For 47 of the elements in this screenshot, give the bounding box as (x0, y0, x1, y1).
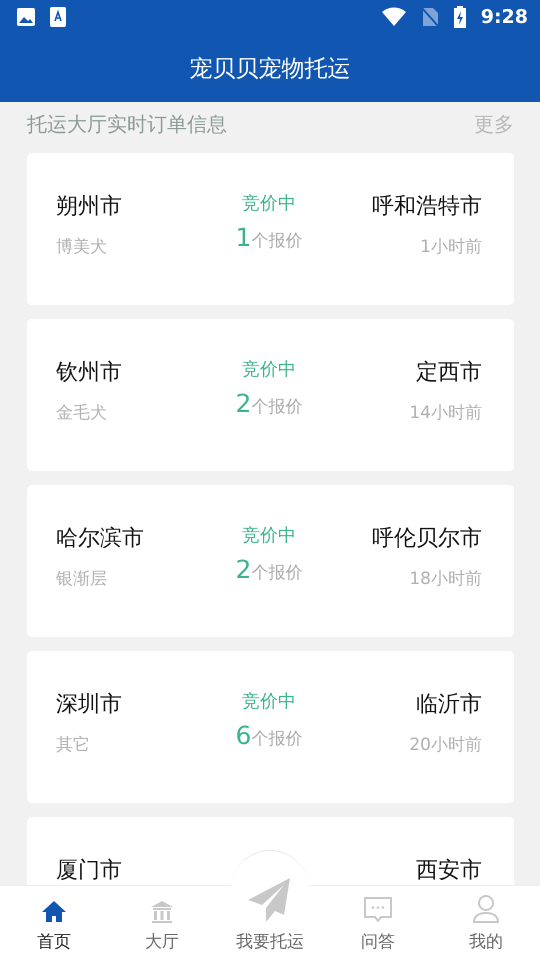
origin-city: 哈尔滨市 (56, 525, 144, 553)
destination-city: 呼和浩特市 (372, 193, 482, 221)
quote-count: 1个报价 (236, 223, 302, 252)
app-title: 宠贝贝宠物托运 (190, 54, 350, 84)
nav-tab[interactable]: 首页 (0, 886, 108, 960)
nav-tab[interactable]: 问答 (324, 886, 432, 960)
destination-city: 定西市 (416, 359, 482, 387)
bank-icon (149, 900, 175, 924)
bid-status: 竞价中 (242, 524, 296, 547)
origin-city: 朔州市 (56, 193, 122, 221)
wifi-icon (380, 7, 407, 27)
posted-time: 18小时前 (409, 568, 482, 590)
destination-city: 临沂市 (416, 691, 482, 719)
order-card[interactable]: 朔州市 博美犬 竞价中 1个报价 呼和浩特市 1小时前 (27, 153, 514, 305)
pet-breed: 银渐层 (56, 568, 107, 590)
text-app-icon (50, 7, 66, 27)
user-icon (472, 894, 500, 924)
pet-breed: 其它 (56, 734, 90, 756)
nav-tab[interactable]: 大厅 (108, 886, 216, 960)
nav-tab[interactable]: 我的 (432, 886, 540, 960)
origin-city: 厦门市 (56, 857, 122, 885)
quote-count: 2个报价 (236, 555, 302, 584)
pet-breed: 金毛犬 (56, 402, 107, 424)
bid-status: 竞价中 (242, 690, 296, 713)
order-card[interactable]: 厦门市 西安市 (27, 817, 514, 885)
section-title: 托运大厅实时订单信息 (27, 110, 227, 138)
destination-city: 西安市 (416, 857, 482, 885)
posted-time: 14小时前 (409, 402, 482, 424)
battery-charging-icon (452, 6, 467, 28)
bid-status: 竞价中 (242, 358, 296, 381)
order-card[interactable]: 哈尔滨市 银渐层 竞价中 2个报价 呼伦贝尔市 18小时前 (27, 485, 514, 637)
image-icon (16, 7, 36, 27)
quote-count: 6个报价 (236, 721, 302, 750)
pet-breed: 博美犬 (56, 236, 107, 258)
order-card[interactable]: 深圳市 其它 竞价中 6个报价 临沂市 20小时前 (27, 651, 514, 803)
order-card[interactable]: 钦州市 金毛犬 竞价中 2个报价 定西市 14小时前 (27, 319, 514, 471)
quote-count: 2个报价 (236, 389, 302, 418)
destination-city: 呼伦贝尔市 (372, 525, 482, 553)
bid-status: 竞价中 (242, 192, 296, 215)
chat-icon (363, 896, 393, 924)
posted-time: 20小时前 (409, 734, 482, 756)
posted-time: 1小时前 (420, 236, 482, 258)
status-time: 9:28 (480, 6, 528, 28)
home-icon (41, 900, 67, 924)
origin-city: 深圳市 (56, 691, 122, 719)
no-sim-icon (420, 7, 439, 27)
origin-city: 钦州市 (56, 359, 122, 387)
